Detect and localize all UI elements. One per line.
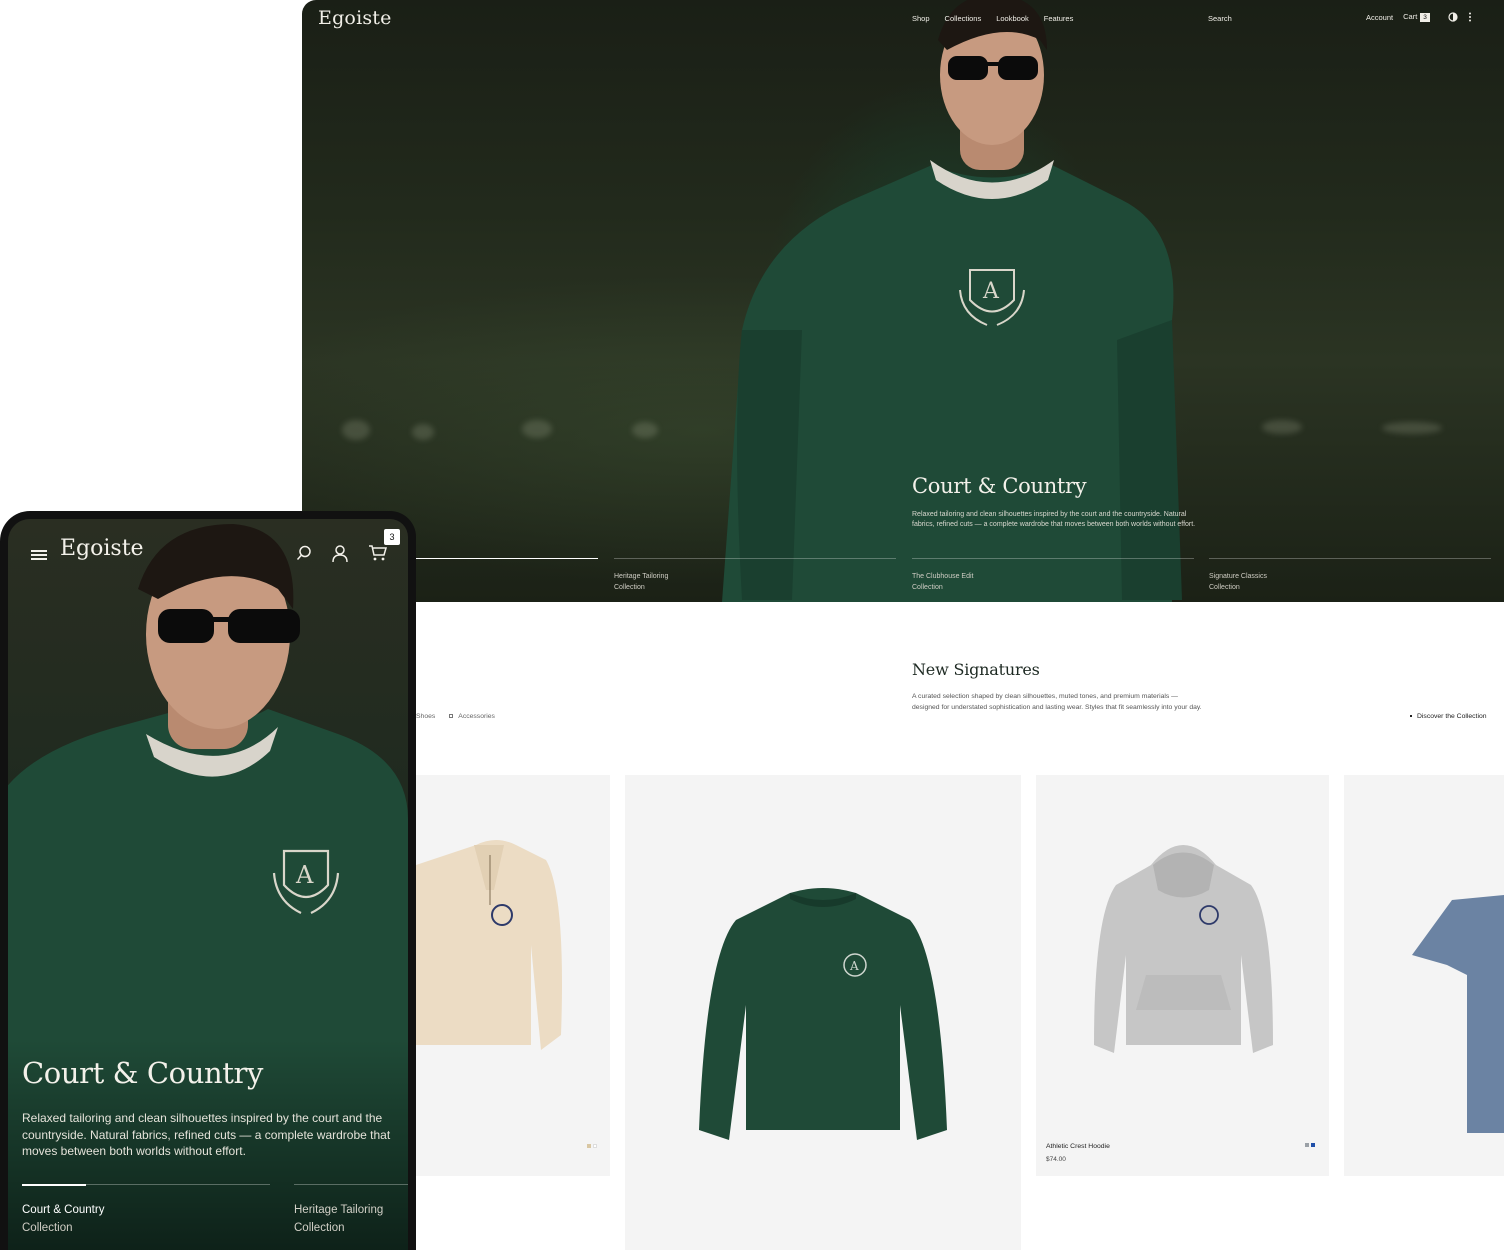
- color-swatch[interactable]: [1311, 1143, 1315, 1147]
- checkbox-icon: [449, 714, 454, 719]
- filter-shoes[interactable]: Shoes: [416, 713, 435, 720]
- mobile-hero-description: Relaxed tailoring and clean silhouettes …: [22, 1111, 391, 1158]
- tshirt-image: [1412, 895, 1504, 1133]
- color-swatch[interactable]: [587, 1144, 591, 1148]
- cart-count-badge: 3: [384, 529, 400, 545]
- collection-tab-heritage[interactable]: Heritage Tailoring Collection: [614, 558, 896, 602]
- collection-tabs: Heritage Tailoring Collection The Clubho…: [302, 558, 1504, 602]
- brand-logo[interactable]: Egoiste: [60, 536, 144, 561]
- product-card-quarter-zip[interactable]: [416, 775, 610, 1176]
- product-card-hoodie[interactable]: Athletic Crest Hoodie $74.00: [1036, 775, 1329, 1176]
- background-bokeh: [412, 424, 434, 440]
- mobile-hero-title: Court & Country: [22, 1056, 263, 1090]
- primary-nav: Shop Collections Lookbook Features: [912, 14, 1073, 23]
- tab-subtitle: Collection: [22, 1222, 73, 1234]
- category-filters: Shoes Accessories: [416, 713, 495, 720]
- product-name[interactable]: Athletic Crest Hoodie: [1046, 1143, 1110, 1150]
- hero-description: Relaxed tailoring and clean silhouettes …: [912, 511, 1196, 528]
- product-card-tshirt[interactable]: [1344, 775, 1504, 1176]
- nav-link-shop[interactable]: Shop: [912, 14, 930, 23]
- more-options-icon[interactable]: [1468, 12, 1472, 22]
- cart-label: Cart: [1403, 12, 1418, 21]
- tab-progress-bar: [22, 1184, 86, 1186]
- discover-collection-link[interactable]: Discover the Collection: [1410, 713, 1487, 720]
- nav-link-collections[interactable]: Collections: [945, 14, 982, 23]
- cart-icon[interactable]: [368, 545, 387, 561]
- hero-banner: A Egoiste Shop Collections Lookbook Feat…: [302, 0, 1504, 602]
- cart-count-badge: 3: [1420, 13, 1430, 22]
- tab-subtitle: Collection: [294, 1222, 345, 1234]
- desktop-navbar: Egoiste Shop Collections Lookbook Featur…: [302, 0, 1504, 40]
- crewneck-image: A: [699, 888, 947, 1140]
- background-bokeh: [1382, 422, 1442, 434]
- mobile-navbar: Egoiste 3: [8, 519, 408, 579]
- mobile-collection-tabs: Court & Country Collection Heritage Tail…: [22, 1184, 408, 1250]
- background-bokeh: [342, 420, 370, 440]
- brand-logo[interactable]: Egoiste: [318, 7, 392, 29]
- nav-link-lookbook[interactable]: Lookbook: [996, 14, 1029, 23]
- collection-tab-clubhouse[interactable]: The Clubhouse Edit Collection: [912, 558, 1194, 602]
- tab-title: Heritage Tailoring: [614, 573, 669, 580]
- filter-accessories[interactable]: Accessories: [449, 713, 495, 720]
- tab-subtitle: Collection: [614, 584, 645, 591]
- tab-subtitle: Collection: [912, 584, 943, 591]
- theme-toggle-icon[interactable]: [1448, 12, 1458, 22]
- hero-title: Court & Country: [912, 474, 1087, 498]
- collection-tab-signature[interactable]: Signature Classics Collection: [1209, 558, 1491, 602]
- tab-title: Heritage Tailoring: [294, 1204, 384, 1216]
- nav-link-features[interactable]: Features: [1044, 14, 1074, 23]
- product-price: $74.00: [1046, 1156, 1066, 1163]
- background-bokeh: [522, 420, 552, 438]
- tab-title: Court & Country: [22, 1204, 105, 1216]
- tab-subtitle: Collection: [1209, 584, 1240, 591]
- nav-actions: Account Cart 3: [1366, 12, 1472, 22]
- quarter-zip-image: [416, 840, 562, 1050]
- color-swatch[interactable]: [593, 1144, 597, 1148]
- color-swatch[interactable]: [1305, 1143, 1309, 1147]
- account-link[interactable]: Account: [1366, 13, 1393, 22]
- mobile-tab-heritage[interactable]: Heritage Tailoring Collection: [294, 1184, 408, 1250]
- background-bokeh: [1262, 420, 1302, 434]
- hoodie-image: [1094, 845, 1273, 1053]
- cart-link[interactable]: Cart 3: [1403, 12, 1430, 22]
- search-link[interactable]: Search: [1208, 14, 1232, 23]
- account-icon[interactable]: [332, 545, 348, 562]
- mobile-tab-court-country[interactable]: Court & Country Collection: [22, 1184, 270, 1250]
- desktop-preview: A Egoiste Shop Collections Lookbook Feat…: [302, 0, 1504, 1250]
- menu-icon[interactable]: [31, 550, 47, 560]
- filter-label: Accessories: [458, 713, 495, 720]
- search-icon[interactable]: [296, 545, 312, 561]
- section-title: New Signatures: [912, 660, 1040, 679]
- svg-text:A: A: [295, 861, 314, 889]
- section-description: A curated selection shaped by clean silh…: [912, 693, 1202, 711]
- tab-title: Signature Classics: [1209, 573, 1267, 580]
- tab-title: The Clubhouse Edit: [912, 573, 974, 580]
- svg-text:A: A: [849, 959, 859, 973]
- svg-text:A: A: [982, 279, 1000, 304]
- product-card-crewneck[interactable]: A: [625, 775, 1021, 1250]
- background-bokeh: [632, 422, 658, 438]
